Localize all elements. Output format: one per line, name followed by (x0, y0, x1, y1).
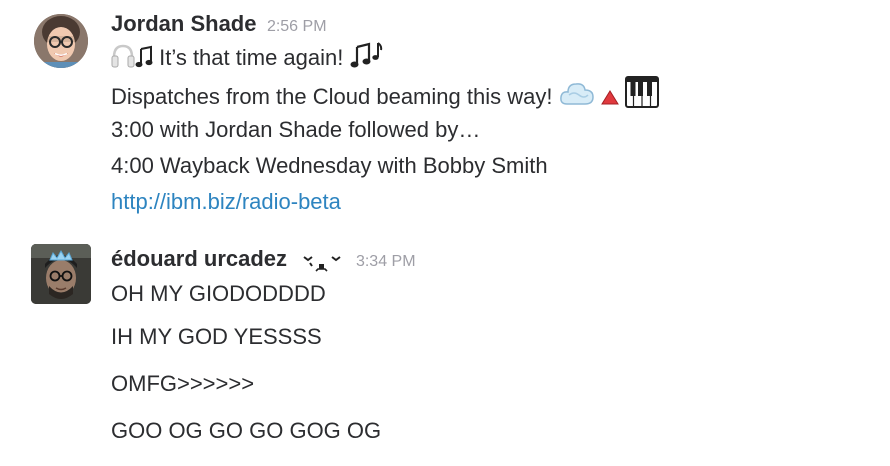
avatar[interactable] (31, 244, 91, 304)
avatar[interactable] (34, 14, 88, 68)
author-name[interactable]: Jordan Shade (111, 11, 256, 36)
message-line: OMFG>>>>>> (111, 371, 255, 396)
author-name[interactable]: édouard urcadez (111, 246, 287, 271)
music-notes-icon (349, 41, 383, 69)
message-line: 3:00 with Jordan Shade followed by… (111, 117, 481, 142)
red-triangle-icon (600, 86, 619, 108)
message-line: IH MY GOD YESSSS (111, 324, 322, 349)
message-header: édouard urcadez 3:34 PM (111, 243, 880, 275)
message-text: Dispatches from the Cloud beaming this w… (111, 84, 559, 109)
sleepy-face-icon[interactable] (298, 250, 346, 274)
cloud-icon (559, 78, 595, 108)
headphones-icon (111, 43, 135, 69)
woman-with-glasses-avatar-icon (34, 14, 88, 68)
piano-keys-icon (624, 76, 659, 108)
message-line: 4:00 Wayback Wednesday with Bobby Smith (111, 153, 548, 178)
message-line: http://ibm.biz/radio-beta (111, 184, 880, 220)
message-line: OH MY GIODODDDD (111, 281, 326, 306)
message-line: GOO OG GO GO GOG OG (111, 418, 382, 443)
music-note-icon (135, 45, 153, 69)
message-line: Dispatches from the Cloud beaming this w… (111, 76, 880, 112)
radio-beta-link[interactable]: http://ibm.biz/radio-beta (111, 189, 341, 214)
message-text: It’s that time again! (153, 45, 350, 70)
man-with-crown-avatar-icon (31, 244, 91, 304)
message-header: Jordan Shade 2:56 PM (111, 8, 880, 40)
message-line: It’s that time again! (111, 40, 880, 76)
timestamp[interactable]: 2:56 PM (267, 18, 327, 35)
timestamp[interactable]: 3:34 PM (356, 253, 416, 270)
